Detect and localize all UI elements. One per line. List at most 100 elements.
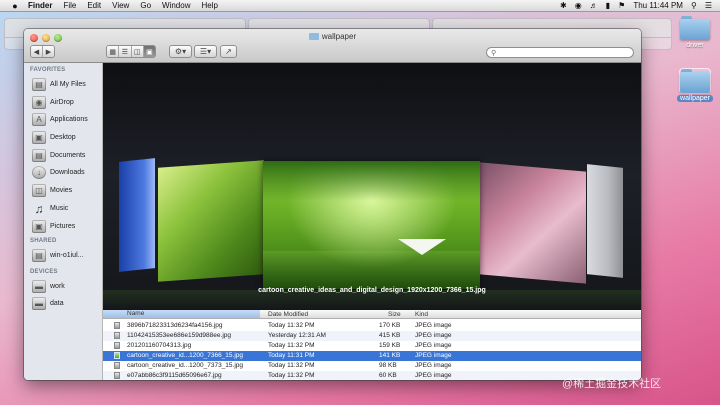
file-date: Today 11:32 PM: [268, 322, 315, 329]
spotlight-icon[interactable]: ⚲: [691, 1, 697, 10]
desktop-folder-driver[interactable]: driver: [672, 16, 718, 49]
table-row[interactable]: 3896b71823313d6234fa4156.jpg Today 11:32…: [103, 321, 641, 331]
file-size: 98 KB: [379, 362, 397, 369]
sidebar-item-applications[interactable]: A Applications: [32, 111, 102, 128]
file-date: Today 11:32 PM: [268, 342, 315, 349]
sidebar-item-movies[interactable]: ◫ Movies: [32, 182, 102, 199]
sidebar-item-label: Movies: [50, 187, 73, 194]
finder-window: wallpaper ◀ ▶ ▦ ☰ ◫ ▣ ⚙▾ ☰▾ ↗ ⚲ FAVORITE…: [24, 29, 641, 380]
column-header-name[interactable]: Name: [103, 310, 260, 318]
paper-boat-graphic: [398, 239, 446, 255]
menu-file[interactable]: File: [63, 1, 76, 10]
file-kind: JPEG image: [415, 362, 452, 369]
file-date: Today 11:32 PM: [268, 362, 315, 369]
menu-help[interactable]: Help: [201, 1, 217, 10]
file-name: 3896b71823313d6234fa4156.jpg: [127, 322, 223, 329]
sidebar-item-label: work: [50, 283, 65, 290]
menu-finder[interactable]: Finder: [28, 1, 52, 10]
sidebar-item-downloads[interactable]: ↓ Downloads: [32, 164, 102, 181]
table-row[interactable]: 201201160704313.jpg Today 11:32 PM 159 K…: [103, 341, 641, 351]
menu-go[interactable]: Go: [140, 1, 151, 10]
apple-menu-icon[interactable]: ●: [9, 1, 21, 11]
column-view-button[interactable]: ◫: [131, 46, 144, 57]
desktop-icon-label: driver: [686, 42, 704, 49]
coverflow-view-button[interactable]: ▣: [143, 46, 155, 57]
nav-buttons: ◀ ▶: [30, 45, 55, 58]
column-header-date[interactable]: Date Modified: [268, 311, 308, 318]
file-size: 170 KB: [379, 322, 401, 329]
sidebar-item-label: win-o1iul...: [50, 252, 84, 259]
sidebar-item-label: Documents: [50, 152, 86, 159]
list-view-button[interactable]: ☰: [119, 46, 132, 57]
coverflow-view[interactable]: cartoon_creative_ideas_and_digital_desig…: [103, 63, 641, 310]
volume-icon[interactable]: ♬: [590, 1, 598, 10]
action-menu-button[interactable]: ⚙▾: [169, 45, 192, 58]
sidebar-item-music[interactable]: ♫ Music: [32, 200, 102, 217]
coverflow-thumbnail[interactable]: [119, 158, 155, 272]
sidebar-item-label: All My Files: [50, 81, 86, 88]
file-size: 159 KB: [379, 342, 401, 349]
airdrop-icon: ◉: [32, 96, 46, 109]
computer-icon: ▤: [32, 249, 46, 262]
share-button[interactable]: ↗: [220, 45, 237, 58]
sidebar-section-shared: SHARED: [30, 238, 57, 244]
disk-icon: ▬: [32, 280, 46, 293]
flag-icon[interactable]: ⚑: [618, 1, 625, 10]
menu-edit[interactable]: Edit: [87, 1, 101, 10]
notification-icon[interactable]: ☰: [705, 1, 712, 10]
battery-icon[interactable]: ▮: [606, 1, 610, 10]
coverflow-thumbnail[interactable]: [480, 162, 586, 284]
music-icon: ♫: [34, 201, 44, 216]
icon-view-button[interactable]: ▦: [107, 46, 120, 57]
wifi-icon[interactable]: ◉: [575, 1, 582, 10]
sidebar-item-desktop[interactable]: ▣ Desktop: [32, 129, 102, 146]
sidebar-section-favorites: FAVORITES: [30, 67, 66, 73]
sidebar-item-label: Desktop: [50, 134, 76, 141]
bluetooth-icon[interactable]: ✱: [560, 1, 567, 10]
share-icon: ↗: [225, 47, 232, 56]
forward-button[interactable]: ▶: [43, 46, 54, 57]
sidebar-item-documents[interactable]: ▤ Documents: [32, 147, 102, 164]
desktop-folder-wallpaper[interactable]: wallpaper: [672, 68, 718, 102]
list-header: Name Date Modified Size Kind: [103, 310, 641, 319]
back-button[interactable]: ◀: [31, 46, 43, 57]
disk-icon: ▬: [32, 297, 46, 310]
sidebar: FAVORITES ▤ All My Files ◉ AirDrop A Applic…: [24, 63, 103, 380]
sidebar-item-label: AirDrop: [50, 99, 74, 106]
sidebar-item-work[interactable]: ▬ work: [32, 278, 102, 295]
file-size: 415 KB: [379, 332, 401, 339]
coverflow-caption: cartoon_creative_ideas_and_digital_desig…: [258, 287, 486, 294]
file-name: e07abb86c3f9115d65096e67.jpg: [127, 372, 222, 379]
arrange-icon: ☰▾: [199, 47, 212, 56]
sidebar-item-pictures[interactable]: ▣ Pictures: [32, 218, 102, 235]
table-row[interactable]: e07abb86c3f9115d65096e67.jpg Today 11:32…: [103, 371, 641, 380]
menu-window[interactable]: Window: [162, 1, 190, 10]
table-row[interactable]: cartoon_creative_id...1200_7373_15.jpg T…: [103, 361, 641, 371]
menu-clock[interactable]: Thu 11:44 PM: [633, 1, 683, 10]
table-row[interactable]: 11042415353ee686e159d988ee.jpg Yesterday…: [103, 331, 641, 341]
title-bar[interactable]: wallpaper ◀ ▶ ▦ ☰ ◫ ▣ ⚙▾ ☰▾ ↗ ⚲: [24, 29, 641, 63]
menu-view[interactable]: View: [112, 1, 129, 10]
search-field[interactable]: ⚲: [486, 47, 634, 58]
jpeg-file-icon: [114, 362, 120, 369]
sidebar-item-label: Pictures: [50, 223, 76, 230]
coverflow-thumbnail[interactable]: [158, 160, 264, 282]
coverflow-selected-image[interactable]: [263, 161, 480, 289]
sidebar-item-data[interactable]: ▬ data: [32, 295, 102, 312]
column-header-kind[interactable]: Kind: [415, 311, 428, 318]
coverflow-thumbnail[interactable]: [587, 164, 623, 278]
view-mode-segment: ▦ ☰ ◫ ▣: [106, 45, 156, 58]
sidebar-item-label: Music: [50, 205, 69, 212]
search-input[interactable]: [499, 49, 620, 56]
table-row-selected[interactable]: cartoon_creative_id...1200_7366_15.jpg T…: [103, 351, 641, 361]
jpeg-file-icon: [114, 342, 120, 349]
jpeg-file-icon: [114, 372, 120, 379]
sidebar-item-label: Applications: [50, 116, 88, 123]
gear-icon: ⚙▾: [174, 47, 187, 56]
column-header-size[interactable]: Size: [388, 311, 401, 318]
sidebar-item-all-my-files[interactable]: ▤ All My Files: [32, 76, 102, 93]
window-title-text: wallpaper: [321, 32, 357, 41]
arrange-menu-button[interactable]: ☰▾: [194, 45, 217, 58]
sidebar-item-airdrop[interactable]: ◉ AirDrop: [32, 94, 102, 111]
sidebar-item-shared-computer[interactable]: ▤ win-o1iul...: [32, 247, 102, 264]
